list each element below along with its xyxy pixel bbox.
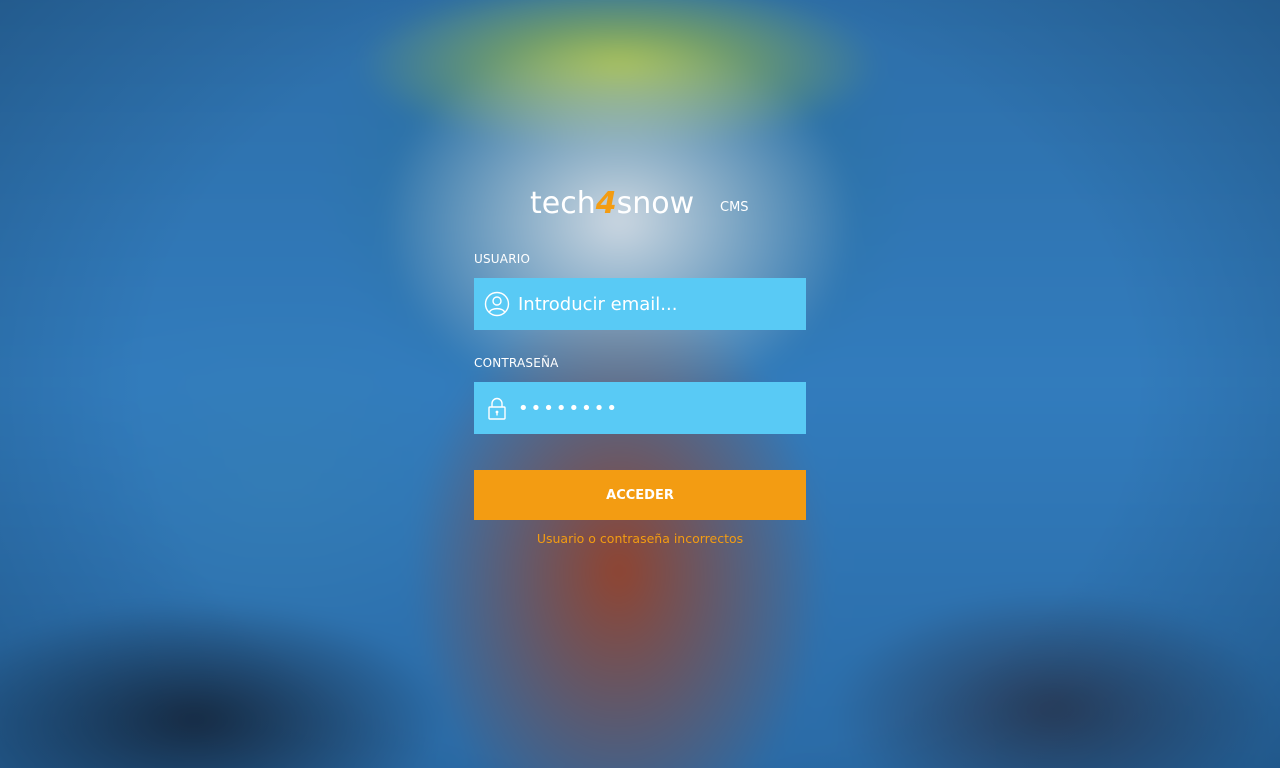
email-input[interactable] xyxy=(518,278,798,330)
password-label: CONTRASEÑA xyxy=(474,356,559,370)
user-icon xyxy=(484,291,510,317)
login-button[interactable]: ACCEDER xyxy=(474,470,806,520)
login-error-message: Usuario o contraseña incorrectos xyxy=(536,531,744,546)
logo-word-four: 4 xyxy=(595,186,617,221)
username-label: USUARIO xyxy=(474,252,531,266)
password-field[interactable] xyxy=(474,382,806,434)
lock-icon xyxy=(488,397,506,420)
logo-word-snow: snow xyxy=(616,186,695,221)
username-field[interactable] xyxy=(474,278,806,330)
logo-cms-suffix: CMS xyxy=(720,200,749,215)
password-input[interactable] xyxy=(518,382,798,434)
tech4snow-logo: tech4snow CMS xyxy=(530,180,760,236)
logo-word-tech: tech xyxy=(530,186,596,221)
logo-wordmark: tech4snow xyxy=(530,186,694,221)
